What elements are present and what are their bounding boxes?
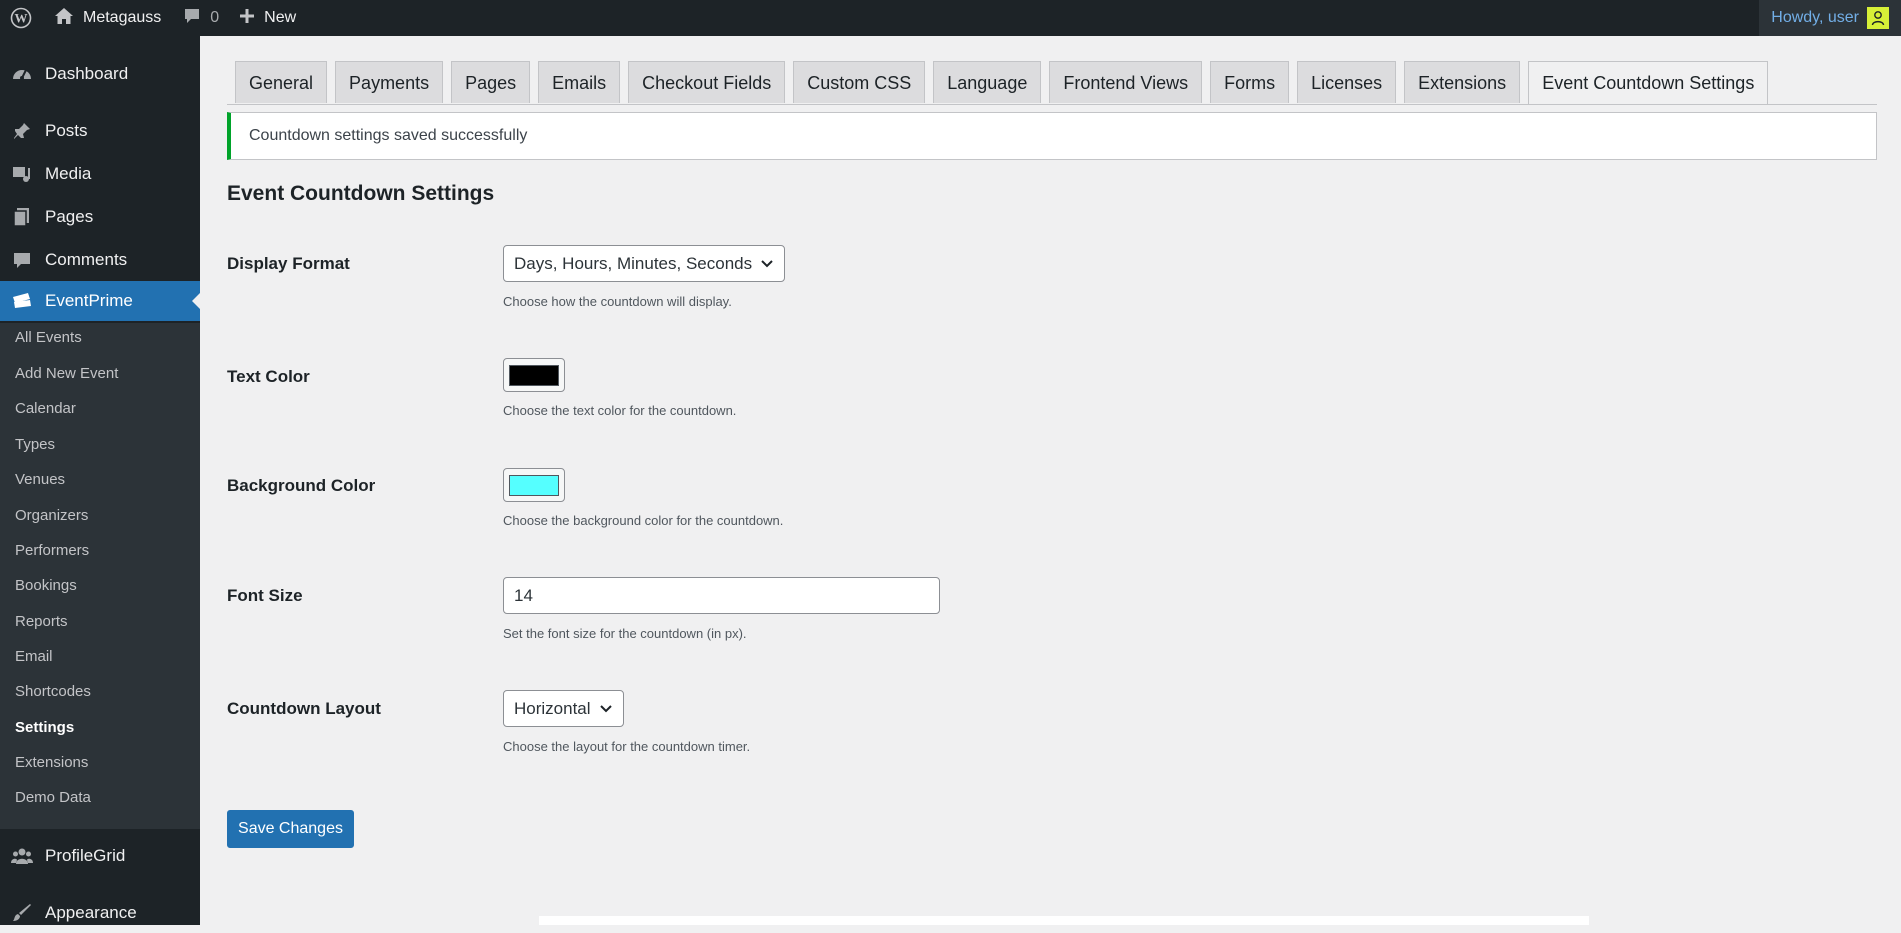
countdown-layout-select[interactable]: Horizontal xyxy=(503,690,624,727)
display-format-value: Days, Hours, Minutes, Seconds xyxy=(514,253,753,273)
menu-media[interactable]: Media xyxy=(0,154,200,194)
section-title: Event Countdown Settings xyxy=(227,182,495,205)
plus-icon xyxy=(239,8,255,29)
submenu-item-add-new-event[interactable]: Add New Event xyxy=(15,362,118,386)
new-content-link[interactable]: New xyxy=(229,0,306,36)
tab-payments[interactable]: Payments xyxy=(335,61,444,103)
tab-frontend-views[interactable]: Frontend Views xyxy=(1049,61,1203,103)
avatar xyxy=(1867,7,1889,29)
tab-pages[interactable]: Pages xyxy=(451,61,531,103)
countdown-layout-description: Choose the layout for the countdown time… xyxy=(503,739,751,754)
menu-dashboard[interactable]: Dashboard xyxy=(0,54,200,94)
menu-pages[interactable]: Pages xyxy=(0,197,200,237)
comments-link[interactable]: 0 xyxy=(173,0,229,36)
tab-extensions[interactable]: Extensions xyxy=(1404,61,1521,103)
tab-custom-css[interactable]: Custom CSS xyxy=(793,61,926,103)
font-size-description: Set the font size for the countdown (in … xyxy=(503,626,747,641)
pushpin-icon xyxy=(10,119,34,143)
display-format-description: Choose how the countdown will display. xyxy=(503,294,732,309)
save-changes-button[interactable]: Save Changes xyxy=(227,810,354,848)
menu-comments[interactable]: Comments xyxy=(0,240,200,280)
menu-label: Dashboard xyxy=(45,64,129,83)
tab-checkout-fields[interactable]: Checkout Fields xyxy=(628,61,786,103)
submenu-item-organizers[interactable]: Organizers xyxy=(15,504,88,528)
eventprime-submenu: All Events Add New Event Calendar Types … xyxy=(0,323,200,829)
menu-posts[interactable]: Posts xyxy=(0,111,200,151)
submenu-item-performers[interactable]: Performers xyxy=(15,539,89,563)
tickets-icon xyxy=(10,289,34,313)
submenu-item-extensions[interactable]: Extensions xyxy=(15,751,88,775)
menu-label: EventPrime xyxy=(45,291,133,310)
submenu-item-calendar[interactable]: Calendar xyxy=(15,397,76,421)
notice-text: Countdown settings saved successfully xyxy=(249,127,528,144)
submenu-item-all-events[interactable]: All Events xyxy=(15,326,82,350)
site-name: Metagauss xyxy=(83,9,162,26)
text-color-swatch xyxy=(509,364,559,386)
countdown-layout-value: Horizontal xyxy=(514,698,591,718)
comment-icon xyxy=(10,248,34,272)
menu-label: Pages xyxy=(45,207,94,226)
svg-text:W: W xyxy=(15,11,28,26)
submenu-item-bookings[interactable]: Bookings xyxy=(15,574,77,598)
menu-label: ProfileGrid xyxy=(45,846,126,865)
new-label: New xyxy=(264,9,297,26)
pages-icon xyxy=(10,205,34,229)
greeting: Howdy, user xyxy=(1771,9,1859,26)
admin-sidebar: Dashboard Posts Media Pages Comments Eve… xyxy=(0,36,200,925)
paintbrush-icon xyxy=(10,901,34,925)
text-color-description: Choose the text color for the countdown. xyxy=(503,403,737,418)
tab-general[interactable]: General xyxy=(235,61,328,103)
home-icon xyxy=(54,7,74,30)
menu-label: Appearance xyxy=(45,903,137,922)
comment-icon xyxy=(183,7,201,30)
background-color-swatch xyxy=(509,474,559,496)
media-icon xyxy=(10,162,34,186)
wordpress-logo-icon[interactable]: W xyxy=(0,0,42,36)
submenu-item-types[interactable]: Types xyxy=(15,433,55,457)
display-format-label: Display Format xyxy=(227,254,350,273)
tab-event-countdown-settings[interactable]: Event Countdown Settings xyxy=(1528,61,1769,105)
text-color-picker[interactable] xyxy=(503,358,565,392)
chevron-down-icon xyxy=(599,699,613,719)
countdown-layout-label: Countdown Layout xyxy=(227,699,381,718)
submenu-item-shortcodes[interactable]: Shortcodes xyxy=(15,680,91,704)
footer-panel xyxy=(539,916,1589,925)
display-format-select[interactable]: Days, Hours, Minutes, Seconds xyxy=(503,245,786,282)
submenu-item-settings[interactable]: Settings xyxy=(15,716,74,740)
tab-emails[interactable]: Emails xyxy=(538,61,621,103)
menu-appearance[interactable]: Appearance xyxy=(0,893,200,933)
menu-label: Posts xyxy=(45,121,88,140)
tab-forms[interactable]: Forms xyxy=(1210,61,1290,103)
menu-profilegrid[interactable]: ProfileGrid xyxy=(0,836,200,876)
menu-eventprime[interactable]: EventPrime xyxy=(0,281,200,321)
text-color-label: Text Color xyxy=(227,367,310,386)
comments-count: 0 xyxy=(210,9,220,26)
save-changes-label: Save Changes xyxy=(238,820,343,837)
background-color-label: Background Color xyxy=(227,476,376,495)
menu-label: Comments xyxy=(45,250,128,269)
admin-bar: W Metagauss 0 New Howdy, user xyxy=(0,0,1901,36)
tabs-divider xyxy=(227,104,1877,105)
current-menu-arrow xyxy=(192,293,200,309)
submenu-item-demo-data[interactable]: Demo Data xyxy=(15,786,91,810)
tab-licenses[interactable]: Licenses xyxy=(1297,61,1397,103)
background-color-picker[interactable] xyxy=(503,468,565,502)
submenu-item-reports[interactable]: Reports xyxy=(15,610,68,634)
my-account-link[interactable]: Howdy, user xyxy=(1759,0,1901,36)
settings-tabs: General Payments Pages Emails Checkout F… xyxy=(235,61,1776,105)
font-size-input[interactable] xyxy=(503,577,940,614)
site-name-link[interactable]: Metagauss xyxy=(42,0,173,36)
chevron-down-icon xyxy=(760,254,774,274)
groups-icon xyxy=(10,844,34,868)
tab-language[interactable]: Language xyxy=(933,61,1042,103)
background-color-description: Choose the background color for the coun… xyxy=(503,513,784,528)
dashboard-icon xyxy=(10,62,34,86)
success-notice: Countdown settings saved successfully xyxy=(227,112,1877,160)
submenu-item-email[interactable]: Email xyxy=(15,645,53,669)
submenu-item-venues[interactable]: Venues xyxy=(15,468,65,492)
menu-label: Media xyxy=(45,164,92,183)
main-content: General Payments Pages Emails Checkout F… xyxy=(200,36,1901,925)
font-size-label: Font Size xyxy=(227,586,303,605)
